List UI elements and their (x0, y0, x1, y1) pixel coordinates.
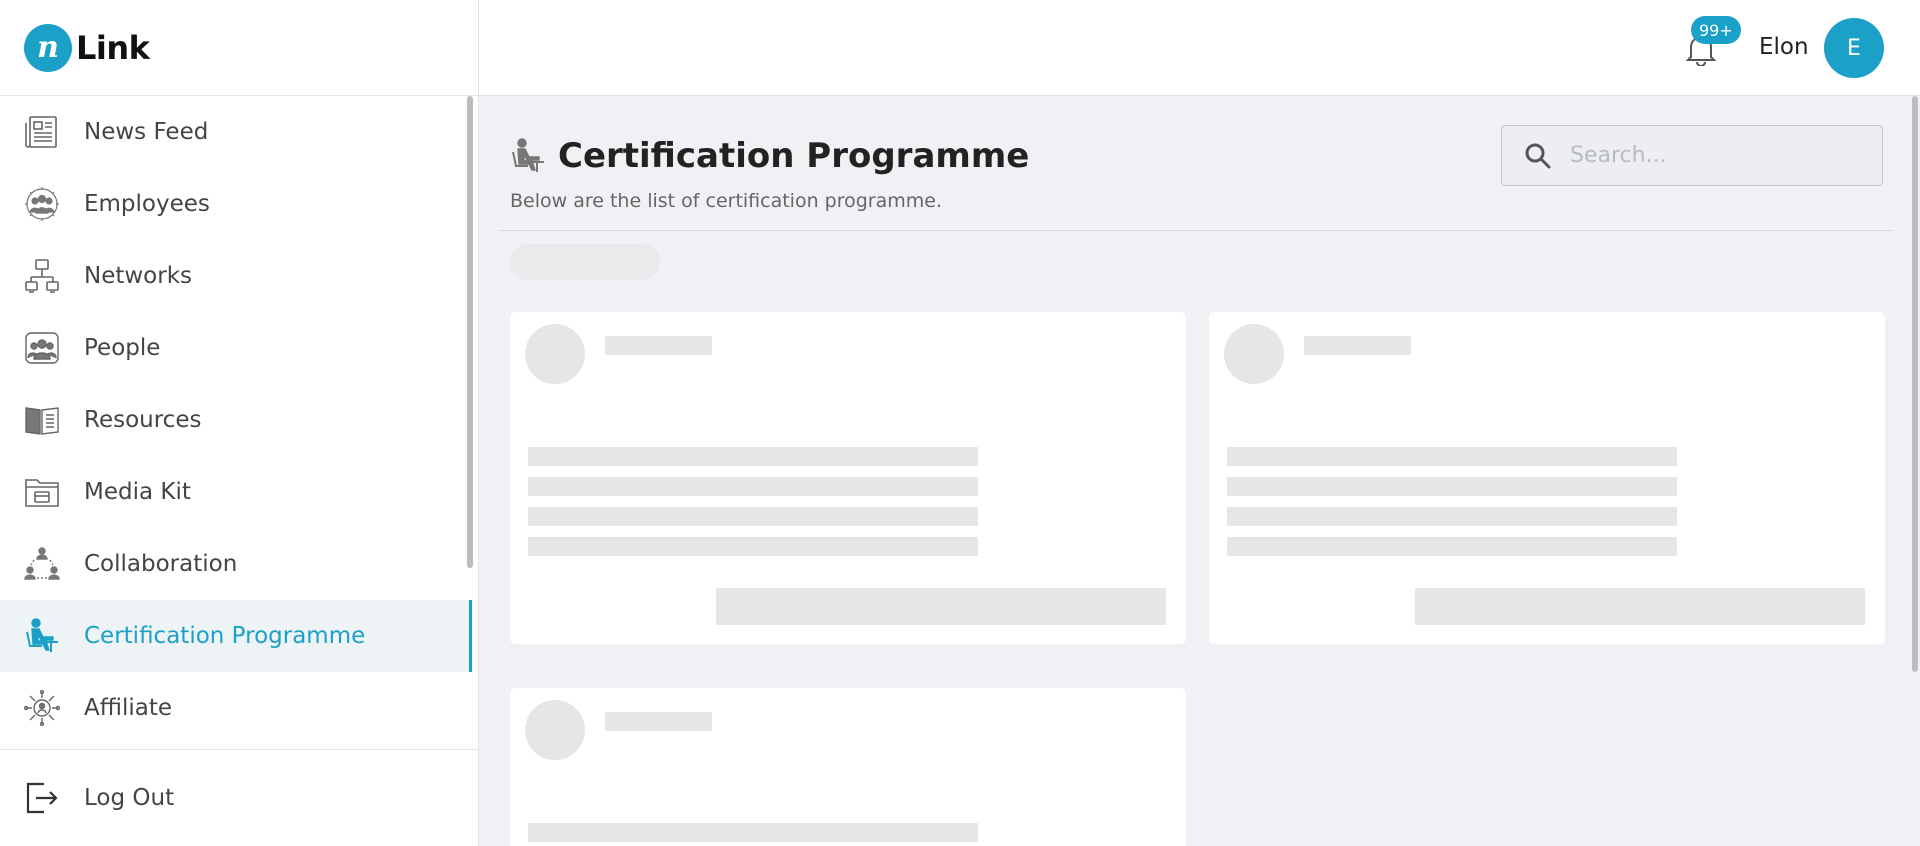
page-subtitle: Below are the list of certification prog… (510, 190, 942, 212)
skeleton-line (528, 823, 978, 842)
network-icon (24, 258, 60, 294)
skeleton-line (1227, 447, 1677, 466)
skeleton-title (1304, 336, 1411, 355)
logout-label: Log Out (84, 785, 175, 811)
sidebar-scrollbar-thumb[interactable] (467, 96, 473, 568)
skeleton-card (510, 688, 1186, 846)
sidebar-item-media-kit[interactable]: Media Kit (0, 456, 472, 528)
search-box[interactable] (1501, 125, 1883, 186)
skeleton-line (528, 507, 978, 526)
header-divider (498, 230, 1894, 231)
page-title: Certification Programme (558, 136, 1030, 176)
skeleton-line (528, 447, 978, 466)
sidebar-item-label: Employees (84, 191, 210, 217)
logo-text: Link (76, 28, 150, 67)
sidebar-item-certification-programme[interactable]: Certification Programme (0, 600, 472, 672)
user-name[interactable]: Elon (1759, 34, 1809, 60)
skeleton-button (1415, 588, 1865, 625)
sidebar-item-label: Certification Programme (84, 623, 366, 649)
sidebar-item-affiliate[interactable]: Affiliate (0, 672, 472, 744)
sidebar-item-label: Networks (84, 263, 193, 289)
sidebar-item-collaboration[interactable]: Collaboration (0, 528, 472, 600)
sidebar-scrollbar[interactable] (467, 96, 473, 748)
skeleton-avatar (525, 324, 585, 384)
affiliate-icon (24, 690, 60, 726)
newspaper-icon (24, 114, 60, 150)
avatar[interactable]: E (1824, 18, 1884, 78)
sidebar-item-people[interactable]: People (0, 312, 472, 384)
skeleton-avatar (525, 700, 585, 760)
top-bar: 99+ Elon E (479, 0, 1920, 96)
page-header: Certification Programme (510, 136, 1029, 176)
skeleton-filter-pill (510, 244, 660, 280)
sidebar-item-label: News Feed (84, 119, 209, 145)
search-input[interactable] (1570, 143, 1870, 168)
sidebar-item-label: People (84, 335, 161, 361)
search-icon (1524, 142, 1552, 170)
skeleton-line (528, 537, 978, 556)
skeleton-card (1209, 312, 1885, 644)
skeleton-card (510, 312, 1186, 644)
logout-button[interactable]: Log Out (0, 749, 479, 846)
skeleton-line (1227, 537, 1677, 556)
skeleton-line (1227, 477, 1677, 496)
book-icon (24, 402, 60, 438)
sidebar-item-resources[interactable]: Resources (0, 384, 472, 456)
skeleton-avatar (1224, 324, 1284, 384)
skeleton-button (716, 588, 1166, 625)
sidebar-nav: News Feed Employees Networks People Reso… (0, 96, 479, 748)
logo-mark: n (24, 23, 72, 72)
skeleton-title (605, 336, 712, 355)
sidebar-item-label: Resources (84, 407, 202, 433)
logout-icon (24, 780, 60, 816)
certification-icon (510, 138, 546, 174)
employees-icon (24, 186, 60, 222)
sidebar-item-label: Affiliate (84, 695, 173, 721)
sidebar-item-label: Media Kit (84, 479, 191, 505)
skeleton-line (1227, 507, 1677, 526)
sidebar-item-networks[interactable]: Networks (0, 240, 472, 312)
page-scrollbar-thumb[interactable] (1912, 96, 1918, 672)
brand-logo[interactable]: n Link (0, 0, 478, 96)
sidebar: n Link News Feed Employees Networks Peop… (0, 0, 479, 846)
people-icon (24, 330, 60, 366)
collaboration-icon (24, 546, 60, 582)
skeleton-title (605, 712, 712, 731)
sidebar-item-news-feed[interactable]: News Feed (0, 96, 472, 168)
sidebar-item-employees[interactable]: Employees (0, 168, 472, 240)
sidebar-item-label: Collaboration (84, 551, 238, 577)
notification-badge[interactable]: 99+ (1691, 16, 1741, 44)
folder-icon (24, 474, 60, 510)
certification-icon (24, 618, 60, 654)
skeleton-line (528, 477, 978, 496)
